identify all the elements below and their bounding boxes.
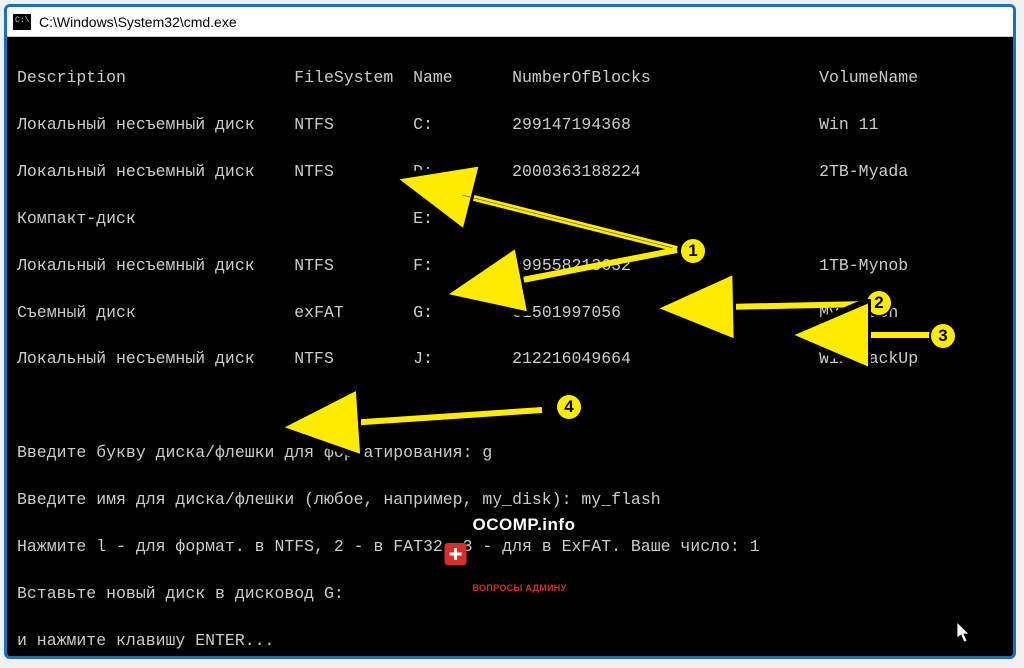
window-title: C:\Windows\System32\cmd.exe [39,14,237,30]
window-frame: C:\Windows\System32\cmd.exe Description … [4,4,1016,659]
titlebar[interactable]: C:\Windows\System32\cmd.exe [7,7,1013,37]
watermark-main: OCOMP.info [473,513,576,537]
watermark: OCOMP.info ВОПРОСЫ АДМИНУ [445,467,576,642]
plus-icon [445,543,467,565]
table-row: Локальный несъемный диск NTFS D: 2000363… [17,160,1003,183]
table-row: Компакт-диск E: [17,207,1003,230]
table-row: Локальный несъемный диск NTFS C: 2991471… [17,113,1003,136]
table-row: Съемный диск exFAT G: 61501997056 My fla… [17,301,1003,324]
arrow-3 [847,325,947,345]
table-header: Description FileSystem Name NumberOfBloc… [17,66,1003,89]
prompt-drive: Введите букву диска/флешки для форматиро… [17,441,1003,464]
watermark-sub: ВОПРОСЫ АДМИНУ [473,582,576,595]
mouse-cursor-icon [957,622,973,644]
annotation-badge-3: 3 [929,322,957,350]
cmd-icon [13,14,31,30]
table-row: Локальный несъемный диск NTFS F: 9995582… [17,254,1003,277]
terminal-area[interactable]: Description FileSystem Name NumberOfBloc… [7,37,1013,656]
table-row: Локальный несъемный диск NTFS J: 2122160… [17,347,1003,370]
blank-line [17,394,1003,417]
